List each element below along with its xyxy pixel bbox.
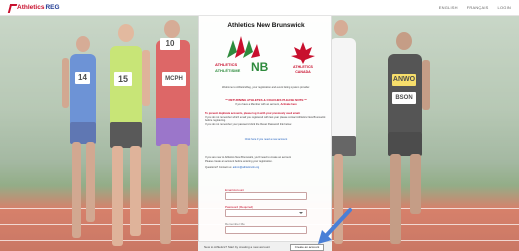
athletics-logo-icon: [8, 4, 15, 11]
canada-logo-line2: CANADA: [295, 70, 311, 74]
logo-line-athletisme: ATHLÉTISME: [215, 68, 241, 73]
questions-line: Questions? Contact us: admin@athleticsnb…: [205, 166, 327, 170]
athletics-canada-logo: ATHLETICS CANADA: [285, 40, 321, 80]
top-nav-bar: Athletics REG ENGLISH FRANÇAIS LOGIN: [0, 0, 519, 16]
chevron-down-icon: [299, 212, 303, 214]
contact-email-link[interactable]: admin@athleticsnb.org: [233, 166, 260, 169]
create-account-bar: New to Athletics? Start by creating a ne…: [198, 241, 332, 251]
athletics-nb-logo: ATHLETICS ATHLÉTISME NB: [213, 34, 275, 80]
remember-me-field[interactable]: [225, 226, 307, 234]
athleticsreg-logo[interactable]: Athletics REG: [8, 4, 60, 11]
top-links: ENGLISH FRANÇAIS LOGIN: [439, 5, 511, 10]
returning-line: If you have a Member with an account,: [235, 103, 281, 106]
logo-line-athletics: ATHLETICS: [215, 62, 238, 67]
english-link[interactable]: ENGLISH: [439, 5, 458, 10]
questions-label: Questions? Contact us:: [205, 166, 233, 170]
create-account-prompt: New to Athletics? Start by creating a ne…: [204, 244, 270, 249]
logo-initials: NB: [251, 60, 269, 74]
create-note: Please create an account before entering…: [205, 159, 273, 163]
password-note: If you do not remember your password cli…: [205, 122, 292, 126]
page-title: Athletics New Brunswick: [227, 22, 305, 29]
returning-note: If you have a Member with an account, Ac…: [205, 103, 327, 107]
intro-text: Welcome to AthleticsReg, your registrati…: [222, 86, 310, 89]
new-member-block: If you are new to Athletics New Brunswic…: [205, 156, 327, 170]
new-account-link[interactable]: Click here if you need a new account: [205, 138, 327, 142]
maple-leaf-icon: [291, 42, 315, 64]
duplicate-note: To prevent duplicate accounts, please lo…: [205, 112, 327, 126]
brand-suffix: REG: [45, 4, 60, 11]
email-field[interactable]: [225, 192, 307, 200]
activate-link[interactable]: Activate here: [280, 103, 296, 106]
canada-logo-line1: ATHLETICS: [293, 65, 313, 69]
returning-heading: ** RETURNING ATHLETES & COACHES PLEASE N…: [225, 98, 307, 102]
password-field[interactable]: [225, 209, 307, 217]
login-link[interactable]: LOGIN: [498, 5, 511, 10]
brand-name: Athletics: [17, 4, 45, 11]
login-panel: Athletics New Brunswick ATHLETICS ATHLÉT…: [198, 16, 332, 251]
francais-link[interactable]: FRANÇAIS: [467, 5, 489, 10]
duplicate-body: If you do not remember which email you r…: [205, 115, 326, 123]
arrow-pointer-icon: [318, 208, 352, 244]
